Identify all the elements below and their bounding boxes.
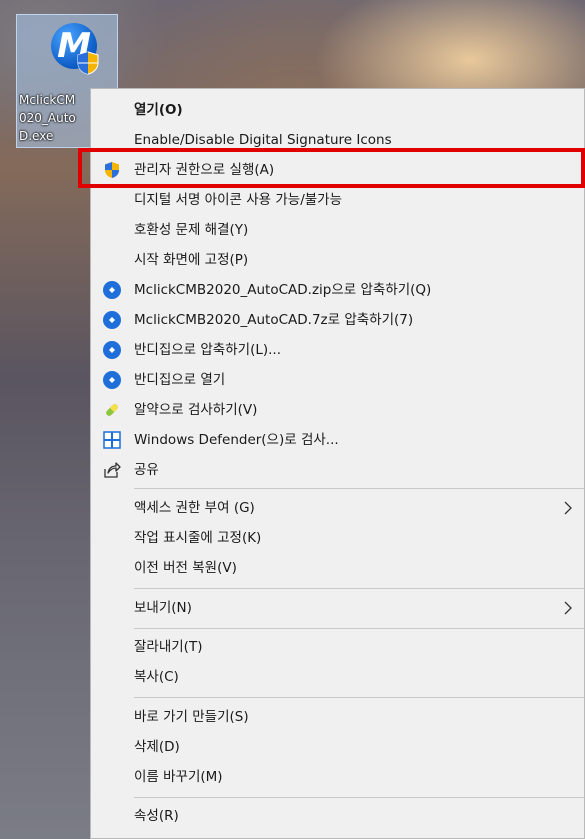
menu-item-rename[interactable]: 이름 바꾸기(M): [91, 762, 584, 792]
menu-item-open[interactable]: 열기(O): [91, 95, 584, 125]
menu-item-label: 알약으로 검사하기(V): [134, 402, 258, 418]
context-menu: 열기(O) Enable/Disable Digital Signature I…: [90, 88, 585, 839]
alyac-pill-icon: [106, 404, 118, 416]
menu-item-label: 호환성 문제 해결(Y): [134, 222, 249, 238]
menu-item-label: 시작 화면에 고정(P): [134, 252, 249, 268]
menu-item-pin-to-taskbar[interactable]: 작업 표시줄에 고정(K): [91, 523, 584, 553]
menu-item-label: MclickCMB2020_AutoCAD.zip으로 압축하기(Q): [134, 282, 432, 298]
menu-item-copy[interactable]: 복사(C): [91, 662, 584, 692]
chevron-right-icon: [564, 601, 572, 615]
menu-item-label: 잘라내기(T): [134, 639, 203, 655]
bandizip-icon: [103, 281, 121, 299]
bandizip-icon: [103, 371, 121, 389]
menu-separator: [134, 588, 584, 589]
menu-item-label: 이전 버전 복원(V): [134, 560, 237, 576]
menu-item-compress-7z[interactable]: MclickCMB2020_AutoCAD.7z로 압축하기(7): [91, 305, 584, 335]
menu-item-label: 이름 바꾸기(M): [134, 769, 223, 785]
menu-item-pin-to-start[interactable]: 시작 화면에 고정(P): [91, 245, 584, 275]
menu-separator: [134, 797, 584, 798]
menu-item-label: 반디집으로 열기: [134, 372, 226, 388]
windows-defender-icon: [103, 431, 121, 449]
menu-separator: [134, 488, 584, 489]
menu-item-label: MclickCMB2020_AutoCAD.7z로 압축하기(7): [134, 312, 414, 328]
bandizip-icon: [103, 311, 121, 329]
menu-item-scan-defender[interactable]: Windows Defender(으)로 검사...: [91, 425, 584, 455]
menu-item-label: Windows Defender(으)로 검사...: [134, 432, 339, 448]
menu-item-label: 속성(R): [134, 808, 179, 824]
menu-item-cut[interactable]: 잘라내기(T): [91, 632, 584, 662]
bandizip-icon: [103, 341, 121, 359]
menu-item-label: 반디집으로 압축하기(L)...: [134, 342, 281, 358]
menu-item-properties[interactable]: 속성(R): [91, 801, 584, 831]
menu-item-troubleshoot-compatibility[interactable]: 호환성 문제 해결(Y): [91, 215, 584, 245]
menu-item-digital-signature-toggle[interactable]: 디지털 서명 아이콘 사용 가능/불가능: [91, 185, 584, 215]
menu-item-restore-previous-versions[interactable]: 이전 버전 복원(V): [91, 553, 584, 583]
menu-item-label: 보내기(N): [134, 600, 192, 616]
menu-item-label: 디지털 서명 아이콘 사용 가능/불가능: [134, 192, 343, 208]
menu-item-label: 복사(C): [134, 669, 179, 685]
menu-item-open-bandizip[interactable]: 반디집으로 열기: [91, 365, 584, 395]
highlight-box: [78, 148, 585, 188]
menu-item-label: 작업 표시줄에 고정(K): [134, 530, 262, 546]
uac-shield-icon: [77, 51, 99, 75]
menu-separator: [134, 697, 584, 698]
menu-item-compress-bandizip[interactable]: 반디집으로 압축하기(L)...: [91, 335, 584, 365]
menu-item-label: 삭제(D): [134, 739, 180, 755]
menu-separator: [134, 628, 584, 629]
share-icon: [104, 462, 121, 478]
menu-item-label: 바로 가기 만들기(S): [134, 709, 249, 725]
menu-item-share[interactable]: 공유: [91, 455, 584, 485]
menu-item-delete[interactable]: 삭제(D): [91, 732, 584, 762]
menu-item-scan-alyac[interactable]: 알약으로 검사하기(V): [91, 395, 584, 425]
menu-item-label: 열기(O): [134, 102, 183, 118]
menu-item-label: 공유: [134, 462, 159, 478]
menu-item-create-shortcut[interactable]: 바로 가기 만들기(S): [91, 702, 584, 732]
chevron-right-icon: [564, 501, 572, 515]
menu-item-give-access[interactable]: 액세스 권한 부여 (G): [91, 493, 584, 523]
menu-item-label: 액세스 권한 부여 (G): [134, 500, 255, 516]
menu-item-compress-zip[interactable]: MclickCMB2020_AutoCAD.zip으로 압축하기(Q): [91, 275, 584, 305]
menu-item-send-to[interactable]: 보내기(N): [91, 593, 584, 623]
